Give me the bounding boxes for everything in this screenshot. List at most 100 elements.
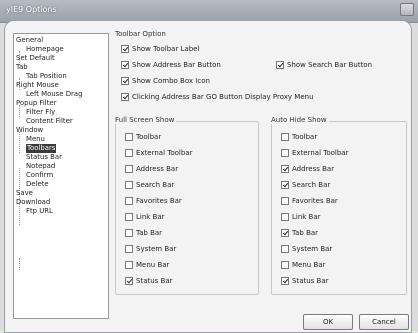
checkbox-show-address-bar-button[interactable]: Show Address Bar Button bbox=[121, 61, 221, 69]
fs-checkbox-system-bar[interactable]: System Bar bbox=[125, 245, 176, 253]
checkbox-label: Address Bar bbox=[136, 165, 179, 173]
tree-item-popup-filter[interactable]: Popup Filter bbox=[16, 99, 57, 108]
tree-item-right-mouse[interactable]: Right Mouse bbox=[16, 81, 59, 90]
ah-checkbox-toolbar[interactable]: Toolbar bbox=[281, 133, 317, 141]
tree-item-confirm[interactable]: Confirm bbox=[26, 171, 53, 180]
fs-checkbox-toolbar[interactable]: Toolbar bbox=[125, 133, 161, 141]
checkbox-box[interactable] bbox=[125, 245, 133, 253]
fs-checkbox-menu-bar[interactable]: Menu Bar bbox=[125, 261, 169, 269]
tree-item-homepage[interactable]: Homepage bbox=[26, 45, 64, 54]
ah-checkbox-tab-bar[interactable]: Tab Bar bbox=[281, 229, 318, 237]
checkbox-box[interactable] bbox=[125, 181, 133, 189]
ok-button[interactable]: OK bbox=[303, 314, 353, 330]
checkbox-box[interactable] bbox=[125, 149, 133, 157]
tree-item-content-filter[interactable]: Content Filter bbox=[26, 117, 73, 126]
checkbox-box[interactable] bbox=[281, 197, 289, 205]
checkbox-box[interactable] bbox=[125, 229, 133, 237]
checkbox-label: System Bar bbox=[292, 245, 333, 253]
checkbox-box[interactable] bbox=[125, 165, 133, 173]
checkbox-box[interactable] bbox=[281, 213, 289, 221]
checkbox-box[interactable] bbox=[276, 61, 284, 69]
checkbox-label: Address Bar bbox=[292, 165, 335, 173]
fs-checkbox-status-bar[interactable]: Status Bar bbox=[125, 277, 173, 285]
ah-checkbox-search-bar[interactable]: Search Bar bbox=[281, 181, 330, 189]
checkbox-label: Show Address Bar Button bbox=[132, 61, 221, 69]
checkbox-label: Menu Bar bbox=[292, 261, 326, 269]
checkbox-label: Toolbar bbox=[136, 133, 162, 141]
checkbox-label: Link Bar bbox=[292, 213, 321, 221]
tree-item-window[interactable]: Window bbox=[16, 126, 43, 135]
fs-checkbox-search-bar[interactable]: Search Bar bbox=[125, 181, 174, 189]
ah-checkbox-link-bar[interactable]: Link Bar bbox=[281, 213, 321, 221]
checkbox-show-search-bar-button[interactable]: Show Search Bar Button bbox=[276, 61, 372, 69]
checkbox-label: Show Search Bar Button bbox=[287, 61, 373, 69]
fs-checkbox-tab-bar[interactable]: Tab Bar bbox=[125, 229, 162, 237]
tree-item-left-mouse-drag[interactable]: Left Mouse Drag bbox=[26, 90, 82, 99]
checkbox-box[interactable] bbox=[281, 133, 289, 141]
ah-checkbox-address-bar[interactable]: Address Bar bbox=[281, 165, 334, 173]
tree-item-download[interactable]: Download bbox=[16, 198, 50, 207]
checkbox-label: Search Bar bbox=[292, 181, 331, 189]
checkbox-label: Show Combo Box Icon bbox=[132, 77, 210, 85]
checkbox-label: Status Bar bbox=[136, 277, 173, 285]
options-tree[interactable]: General Homepage Set Default Tab Tab Pos… bbox=[13, 33, 109, 319]
fs-checkbox-external-toolbar[interactable]: External Toolbar bbox=[125, 149, 192, 157]
tree-item-menu[interactable]: Menu bbox=[26, 135, 45, 144]
ah-checkbox-status-bar[interactable]: Status Bar bbox=[281, 277, 329, 285]
checkbox-box[interactable] bbox=[125, 261, 133, 269]
checkbox-box[interactable] bbox=[281, 149, 289, 157]
window-title: yIE9 Options bbox=[6, 5, 57, 14]
ah-checkbox-external-toolbar[interactable]: External Toolbar bbox=[281, 149, 348, 157]
checkbox-show-combo-box-icon[interactable]: Show Combo Box Icon bbox=[121, 77, 210, 85]
tree-item-toolbars[interactable]: Toolbars bbox=[26, 144, 57, 153]
fs-checkbox-address-bar[interactable]: Address Bar bbox=[125, 165, 178, 173]
ah-checkbox-favorites-bar[interactable]: Favorites Bar bbox=[281, 197, 338, 205]
checkbox-go-button-proxy-menu[interactable]: Clicking Address Bar GO Button Display P… bbox=[121, 93, 314, 101]
checkbox-label: Link Bar bbox=[136, 213, 165, 221]
checkbox-label: Tab Bar bbox=[136, 229, 163, 237]
checkbox-box[interactable] bbox=[281, 181, 289, 189]
checkbox-box[interactable] bbox=[281, 277, 289, 285]
checkbox-box[interactable] bbox=[121, 77, 129, 85]
checkbox-box[interactable] bbox=[281, 261, 289, 269]
checkbox-box[interactable] bbox=[125, 213, 133, 221]
checkbox-box[interactable] bbox=[125, 197, 133, 205]
tree-item-status-bar[interactable]: Status Bar bbox=[26, 153, 62, 162]
checkbox-box[interactable] bbox=[281, 229, 289, 237]
checkbox-label: Favorites Bar bbox=[292, 197, 338, 205]
checkbox-label: Status Bar bbox=[292, 277, 329, 285]
checkbox-show-toolbar-label[interactable]: Show Toolbar Label bbox=[121, 45, 199, 53]
tree-item-tab-position[interactable]: Tab Position bbox=[26, 72, 67, 81]
checkbox-box[interactable] bbox=[121, 61, 129, 69]
ah-checkbox-system-bar[interactable]: System Bar bbox=[281, 245, 332, 253]
checkbox-label: System Bar bbox=[136, 245, 177, 253]
cancel-button[interactable]: Cancel bbox=[359, 314, 409, 330]
tree-item-set-default[interactable]: Set Default bbox=[16, 54, 55, 63]
checkbox-label: Tab Bar bbox=[292, 229, 319, 237]
tree-item-general[interactable]: General bbox=[16, 36, 43, 45]
checkbox-label: Toolbar bbox=[292, 133, 318, 141]
checkbox-label: Menu Bar bbox=[136, 261, 170, 269]
checkbox-label: Clicking Address Bar GO Button Display P… bbox=[132, 93, 314, 101]
tree-connector bbox=[19, 132, 20, 153]
options-window: yIE9 Options General Homepage Set Defaul… bbox=[0, 0, 418, 333]
window-control-button[interactable] bbox=[400, 3, 414, 16]
checkbox-box[interactable] bbox=[125, 133, 133, 141]
tree-item-save[interactable]: Save bbox=[16, 189, 33, 198]
checkbox-box[interactable] bbox=[125, 277, 133, 285]
tree-item-notepad[interactable]: Notepad bbox=[26, 162, 55, 171]
checkbox-label: External Toolbar bbox=[292, 149, 349, 157]
tree-item-tab[interactable]: Tab bbox=[16, 63, 28, 72]
dialog-client: General Homepage Set Default Tab Tab Pos… bbox=[4, 20, 412, 333]
tree-item-ftp-url[interactable]: Ftp URL bbox=[26, 207, 53, 216]
fs-checkbox-link-bar[interactable]: Link Bar bbox=[125, 213, 165, 221]
tree-item-delete[interactable]: Delete bbox=[26, 180, 49, 189]
checkbox-label: External Toolbar bbox=[136, 149, 193, 157]
checkbox-box[interactable] bbox=[121, 45, 129, 53]
ah-checkbox-menu-bar[interactable]: Menu Bar bbox=[281, 261, 325, 269]
fs-checkbox-favorites-bar[interactable]: Favorites Bar bbox=[125, 197, 182, 205]
checkbox-box[interactable] bbox=[281, 165, 289, 173]
tree-item-filter-fly[interactable]: Filter Fly bbox=[26, 108, 55, 117]
checkbox-box[interactable] bbox=[121, 93, 129, 101]
checkbox-box[interactable] bbox=[281, 245, 289, 253]
